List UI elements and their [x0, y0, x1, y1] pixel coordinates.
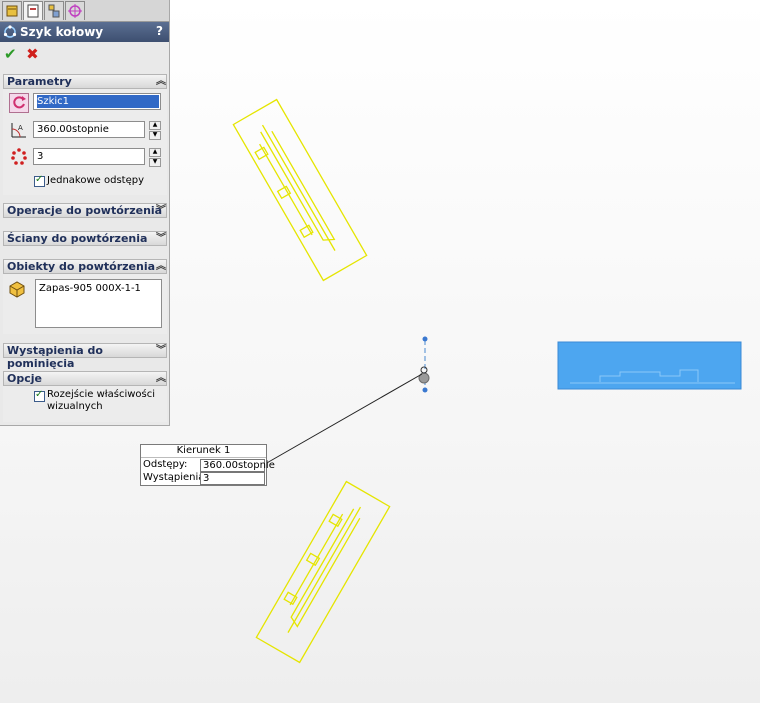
property-manager-tab-icon: [27, 4, 39, 18]
section-wystapienia-label: Wystąpienia do pominięcia: [7, 344, 103, 370]
dimxpert-tab-icon: [68, 4, 82, 18]
section-operacje-label: Operacje do powtórzenia: [7, 204, 163, 217]
ok-cancel-bar: ✔ ✖: [4, 45, 45, 63]
angle-icon: A: [9, 120, 29, 140]
section-opcje-label: Opcje: [7, 372, 42, 385]
panel-title: Szyk kołowy: [20, 25, 104, 39]
panel-title-bar: Szyk kołowy ?: [0, 22, 169, 42]
collapse-icon: ︽: [156, 76, 166, 87]
section-obiekty-label: Obiekty do powtórzenia: [7, 260, 156, 273]
section-obiekty-body: Zapas-905 000X-1-1: [3, 274, 167, 334]
cancel-button[interactable]: ✖: [26, 45, 39, 63]
axis-selection-icon: [9, 93, 29, 113]
instances-field[interactable]: 3: [33, 148, 145, 165]
instances-spinner[interactable]: ▲ ▼: [149, 148, 161, 167]
manager-tabs: [0, 0, 169, 22]
callout-leader-line: [264, 373, 423, 465]
bodies-icon: [7, 278, 27, 298]
section-wystapienia-header[interactable]: Wystąpienia do pominięcia ︾: [3, 343, 167, 370]
section-sciany-header[interactable]: Ściany do powtórzenia ︾: [3, 231, 167, 246]
section-parametry-label: Parametry: [7, 75, 72, 88]
bodies-list[interactable]: Zapas-905 000X-1-1: [35, 279, 162, 328]
configuration-manager-tab-icon: [48, 4, 60, 18]
section-sciany-label: Ściany do powtórzenia: [7, 232, 148, 245]
axis-field-value: Szkic1: [37, 95, 159, 108]
ok-button[interactable]: ✔: [4, 45, 17, 63]
help-button[interactable]: ?: [156, 24, 163, 38]
feature-manager-tab-icon: [6, 5, 18, 17]
axis-field[interactable]: Szkic1: [33, 93, 161, 110]
svg-text:A: A: [18, 124, 23, 132]
dimxpert-tab[interactable]: [65, 1, 85, 20]
circular-pattern-icon: [3, 25, 17, 38]
propagate-label-line-2: wizualnych: [47, 401, 103, 412]
property-manager-tab[interactable]: [23, 1, 43, 20]
expand-icon: ︾: [156, 233, 166, 244]
callout-instances-field[interactable]: 3: [200, 472, 265, 485]
collapse-icon: ︽: [156, 373, 166, 384]
callout-spacing-label: Odstępy:: [143, 459, 188, 470]
collapse-icon: ︽: [156, 261, 166, 272]
instances-icon: [9, 147, 29, 167]
pattern-preview-instance-2: [255, 480, 391, 664]
expand-icon: ︾: [156, 205, 166, 216]
pattern-axis[interactable]: [418, 336, 430, 393]
callout-title: Kierunek 1: [141, 445, 266, 458]
expand-icon: ︾: [156, 345, 166, 356]
section-opcje-header[interactable]: Opcje ︽: [3, 371, 167, 386]
property-manager-panel: Szyk kołowy ? ✔ ✖ Parametry ︽ Szkic1 A 3…: [0, 0, 170, 426]
propagate-label-line-1: Rozejście właściwości: [47, 389, 156, 400]
direction-callout[interactable]: Kierunek 1 Odstępy: 360.00stopnie Wystąp…: [140, 444, 275, 486]
section-parametry-body: Szkic1 A 360.00stopnie ▲▼ 3 ▲▼ Jednakowe…: [3, 89, 167, 195]
equal-spacing-checkbox[interactable]: [34, 174, 45, 187]
equal-spacing-label: Jednakowe odstępy: [47, 175, 144, 186]
seed-part[interactable]: [557, 341, 742, 390]
angle-spinner[interactable]: ▲ ▼: [149, 121, 161, 140]
section-parametry-header[interactable]: Parametry ︽: [3, 74, 167, 89]
section-opcje-body: Rozejście właściwości wizualnych: [3, 386, 167, 422]
propagate-visual-properties-checkbox[interactable]: [34, 389, 45, 402]
callout-instances-label: Wystąpienia:: [143, 472, 208, 483]
list-item[interactable]: Zapas-905 000X-1-1: [39, 283, 158, 294]
angle-field[interactable]: 360.00stopnie: [33, 121, 145, 138]
propagate-visual-properties-label: Rozejście właściwości wizualnych: [47, 389, 155, 413]
configuration-manager-tab[interactable]: [44, 1, 64, 20]
pattern-preview-instance-1: [232, 98, 368, 282]
section-operacje-header[interactable]: Operacje do powtórzenia ︾: [3, 203, 167, 218]
section-obiekty-header[interactable]: Obiekty do powtórzenia ︽: [3, 259, 167, 274]
feature-manager-tab[interactable]: [2, 1, 22, 20]
